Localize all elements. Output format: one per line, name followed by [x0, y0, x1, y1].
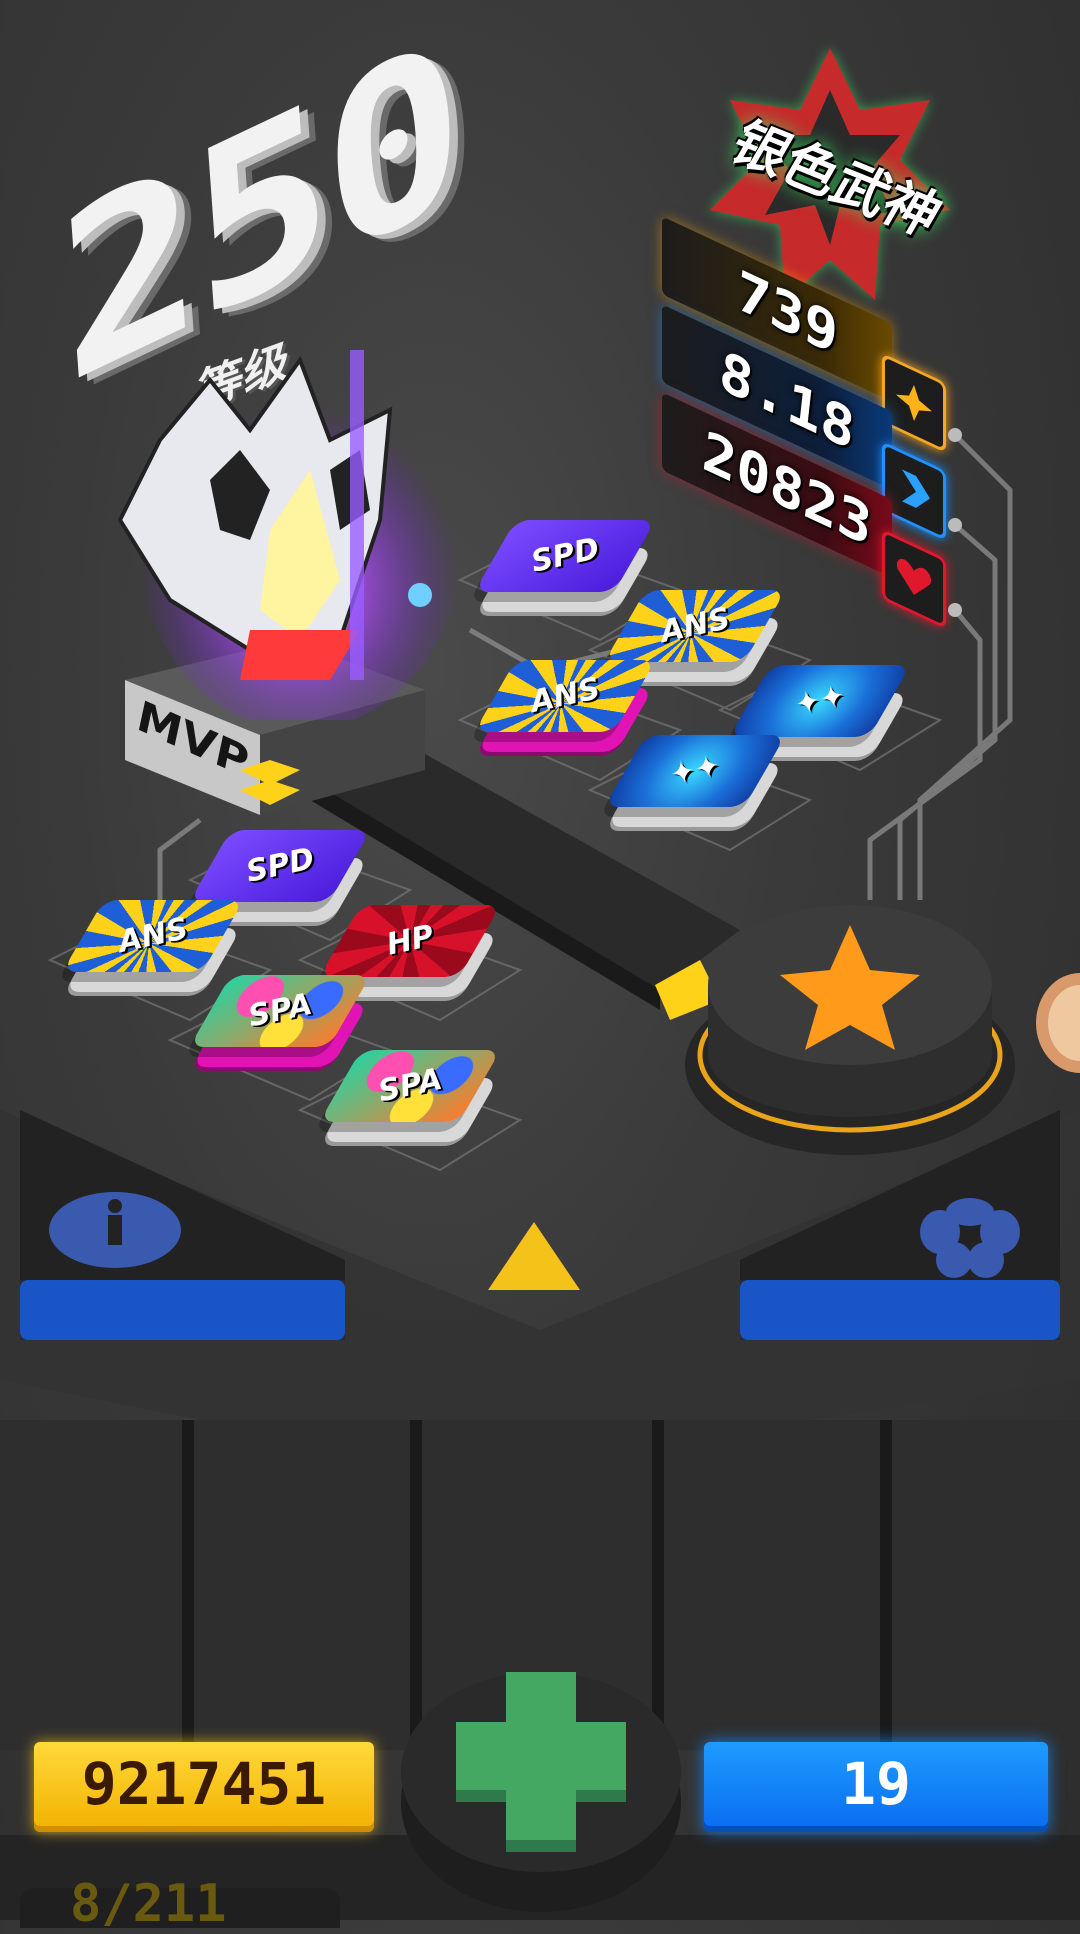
team-button[interactable] — [740, 1110, 1060, 1350]
tile-label: ANS — [115, 911, 192, 960]
add-button[interactable] — [396, 1652, 686, 1920]
tile-label: SPA — [375, 1061, 446, 1110]
upgrade-tile-spd[interactable]: SPD — [474, 520, 656, 612]
character-avatar[interactable] — [100, 320, 460, 720]
tile-label: SPD — [243, 841, 318, 890]
info-button[interactable] — [20, 1110, 345, 1350]
tile-label: HP — [383, 918, 437, 963]
gem-counter: 19 — [704, 1742, 1048, 1832]
tile-label: SPD — [528, 531, 603, 580]
tile-label: SPA — [245, 986, 316, 1035]
tile-label: ANS — [527, 671, 604, 720]
upgrade-tile-spa[interactable]: SPA — [189, 975, 371, 1067]
tile-label: ✦✦ — [667, 748, 724, 793]
gold-counter: 9217451 — [34, 1742, 374, 1832]
up-arrow-icon — [488, 1222, 580, 1290]
side-coin-icon[interactable] — [1036, 968, 1080, 1078]
upgrade-tile-gem[interactable]: ✦✦ — [604, 735, 786, 827]
tile-label: ✦✦ — [792, 678, 849, 723]
tile-label: ANS — [657, 601, 734, 650]
upgrade-tile-ans[interactable]: ANS — [474, 660, 656, 752]
gem-value: 19 — [841, 1750, 911, 1818]
bottom-counter: 8/211 — [20, 1874, 340, 1934]
upgrade-tile-spa[interactable]: SPA — [319, 1050, 501, 1142]
bottom-counter-text: 8/211 — [70, 1874, 227, 1934]
gold-value: 9217451 — [81, 1750, 327, 1818]
